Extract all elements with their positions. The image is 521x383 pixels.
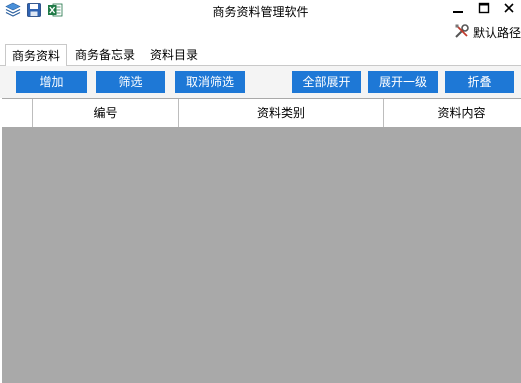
tools-icon [454,23,473,42]
default-path-label: 默认路径 [472,25,521,40]
column-header-content[interactable]: 资料内容 [384,99,521,127]
maximize-icon[interactable] [472,1,496,21]
tab-business-data[interactable]: 商务资料 [5,44,67,66]
tab-business-memo[interactable]: 商务备忘录 [70,46,140,65]
window-title: 商务资料管理软件 [212,5,309,19]
cancel-filter-button[interactable]: 取消筛选 [175,71,245,93]
title-bar: 商务资料管理软件 [0,0,521,22]
close-icon[interactable] [497,1,521,21]
add-button[interactable]: 增加 [16,71,87,93]
filter-button[interactable]: 筛选 [96,71,165,93]
grid-header: 编号 资料类别 资料内容 [2,98,521,128]
grid-body[interactable] [2,128,521,383]
column-header-category[interactable]: 资料类别 [179,99,384,127]
default-path-button[interactable]: 默认路径 [454,22,521,42]
tab-data-catalog[interactable]: 资料目录 [145,46,203,65]
action-toolbar: 增加 筛选 取消筛选 全部展开 展开一级 折叠 [0,66,521,98]
column-header-id[interactable]: 编号 [33,99,179,127]
expand-one-level-button[interactable]: 展开一级 [368,71,438,93]
row-header-corner[interactable] [2,99,33,127]
expand-all-button[interactable]: 全部展开 [292,71,361,93]
tab-bar: 商务资料 商务备忘录 资料目录 [0,44,521,66]
collapse-button[interactable]: 折叠 [445,71,514,93]
minimize-icon[interactable] [446,1,470,21]
